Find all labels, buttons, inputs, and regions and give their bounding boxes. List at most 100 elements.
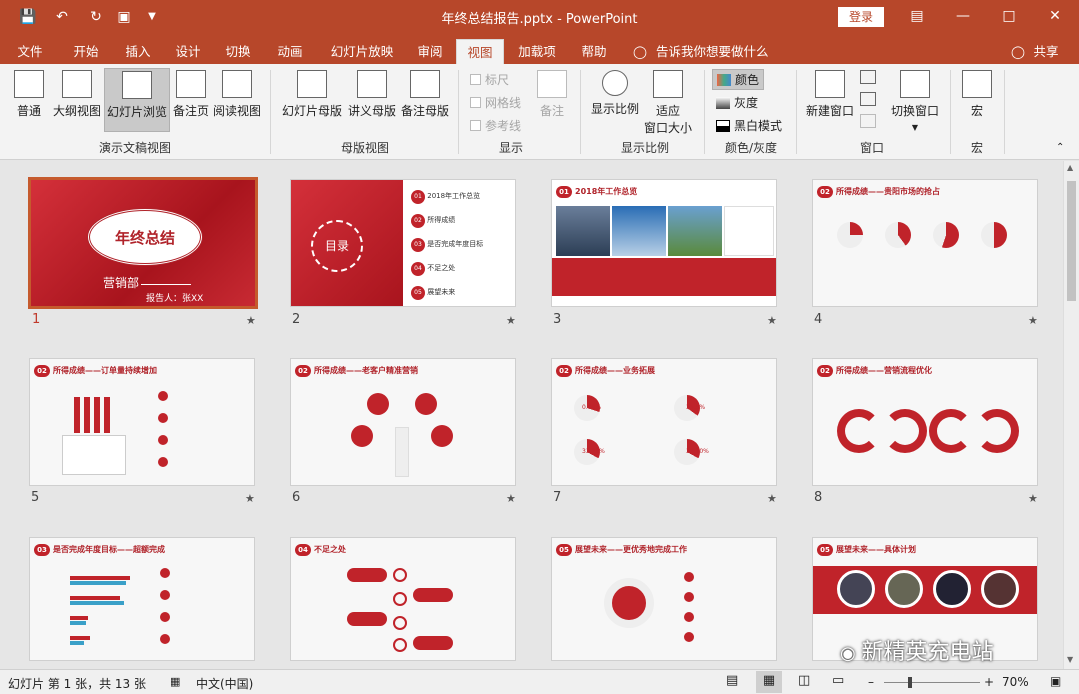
tab-file[interactable]: 文件 bbox=[10, 39, 50, 64]
tab-animations[interactable]: 动画 bbox=[268, 39, 312, 64]
gridlines-checkbox[interactable]: 网格线 bbox=[470, 94, 521, 111]
tab-design[interactable]: 设计 bbox=[166, 39, 210, 64]
fit-window-button[interactable]: 适应 窗口大小 bbox=[642, 70, 694, 138]
tag-shape bbox=[413, 636, 453, 650]
scroll-up-icon[interactable]: ▲ bbox=[1067, 163, 1073, 172]
tab-transitions[interactable]: 切换 bbox=[216, 39, 260, 64]
spellcheck-icon[interactable]: ▦ bbox=[170, 675, 180, 688]
slideshow-status-icon[interactable]: ▭ bbox=[832, 673, 844, 688]
zoom-slider[interactable] bbox=[884, 682, 980, 683]
move-split-icon[interactable] bbox=[860, 114, 876, 128]
new-window-button[interactable]: 新建窗口 bbox=[804, 70, 856, 130]
cascade-icon[interactable] bbox=[860, 92, 876, 106]
language-indicator[interactable]: 中文(中国) bbox=[196, 675, 253, 692]
notes-button[interactable]: 备注 bbox=[534, 70, 570, 130]
minimize-icon[interactable]: — bbox=[940, 0, 986, 34]
transition-star-icon[interactable]: ★ bbox=[246, 314, 256, 327]
customize-icon[interactable]: ▼ bbox=[140, 6, 164, 28]
slide-thumbnail[interactable]: 02 所得成绩——老客户精准营销 bbox=[290, 358, 516, 486]
toc-num: 03 bbox=[411, 238, 425, 252]
slide-sorter-button[interactable]: 幻灯片浏览 bbox=[104, 68, 170, 132]
close-icon[interactable]: ✕ bbox=[1032, 0, 1078, 34]
bw-button[interactable]: 黑白模式 bbox=[716, 117, 782, 134]
slide-thumbnail[interactable]: 02 所得成绩——订单量持续增加 bbox=[29, 358, 255, 486]
grayscale-button[interactable]: 灰度 bbox=[716, 94, 758, 111]
present-icon[interactable]: ▣ bbox=[112, 6, 136, 28]
ruler-label: 标尺 bbox=[485, 73, 510, 87]
reading-view-button[interactable]: 阅读视图 bbox=[212, 70, 262, 130]
notes-master-button[interactable]: 备注母版 bbox=[400, 70, 450, 130]
zoom-in-icon[interactable]: + bbox=[984, 675, 994, 689]
divider bbox=[141, 284, 191, 285]
reading-view-status-icon[interactable]: ◫ bbox=[798, 673, 810, 688]
undo-icon[interactable]: ↶ bbox=[50, 6, 74, 28]
slide-thumbnail[interactable]: 03 是否完成年度目标——超额完成 bbox=[29, 537, 255, 661]
bullet-icon bbox=[160, 612, 170, 622]
header-badge: 02 bbox=[817, 186, 833, 198]
transition-star-icon[interactable]: ★ bbox=[506, 314, 516, 327]
zoom-slider-thumb[interactable] bbox=[908, 677, 912, 688]
slide-title: 年终总结 bbox=[114, 229, 175, 247]
transition-star-icon[interactable]: ★ bbox=[245, 492, 255, 505]
tab-addins[interactable]: 加载项 bbox=[510, 39, 564, 64]
tab-view[interactable]: 视图 bbox=[456, 39, 504, 64]
slide-thumbnail[interactable]: 01 2018年工作总览 bbox=[551, 179, 777, 307]
slide-thumbnail[interactable]: 目录 01 2018年工作总览 02 所得成绩 03 是否完成年度目标 04 不… bbox=[290, 179, 516, 307]
collapse-ribbon-icon[interactable]: ⌃ bbox=[1056, 142, 1064, 153]
arrange-all-icon[interactable] bbox=[860, 70, 876, 84]
tell-me-search[interactable]: 告诉我你想要做什么 bbox=[656, 39, 776, 64]
slide-reporter: 报告人：张XX bbox=[146, 294, 204, 304]
scroll-down-icon[interactable]: ▼ bbox=[1067, 655, 1073, 664]
normal-view-status-icon[interactable]: ▤ bbox=[726, 673, 738, 688]
outline-view-button[interactable]: 大纲视图 bbox=[52, 70, 102, 130]
ruler-checkbox[interactable]: 标尺 bbox=[470, 71, 509, 88]
slide-thumbnail[interactable]: 05 展望未来——更优秀地完成工作 bbox=[551, 537, 777, 661]
tag-shape bbox=[413, 588, 453, 602]
pct-label: 0.08% bbox=[582, 404, 602, 411]
slide-thumbnail[interactable]: 04 不足之处 bbox=[290, 537, 516, 661]
tab-home[interactable]: 开始 bbox=[64, 39, 108, 64]
zoom-level[interactable]: 70% bbox=[1002, 675, 1029, 689]
transition-star-icon[interactable]: ★ bbox=[767, 492, 777, 505]
sorter-view-status-icon[interactable]: ▦ bbox=[756, 671, 782, 693]
slide-thumbnail[interactable]: 02 所得成绩——贵阳市场的抢占 bbox=[812, 179, 1038, 307]
slide-thumbnail[interactable]: 02 所得成绩——营销流程优化 bbox=[812, 358, 1038, 486]
transition-star-icon[interactable]: ★ bbox=[506, 492, 516, 505]
notes-icon bbox=[537, 70, 567, 98]
transition-star-icon[interactable]: ★ bbox=[1028, 492, 1038, 505]
color-button[interactable]: 颜色 bbox=[712, 69, 765, 90]
toc-item: 是否完成年度目标 bbox=[427, 240, 484, 248]
fit-slide-icon[interactable]: ▣ bbox=[1050, 674, 1061, 688]
tab-insert[interactable]: 插入 bbox=[116, 39, 160, 64]
ribbon: 普通 大纲视图 幻灯片浏览 备注页 阅读视图 演示文稿视图 幻灯片母版 讲义母版… bbox=[0, 64, 1079, 160]
transition-star-icon[interactable]: ★ bbox=[767, 314, 777, 327]
handout-master-button[interactable]: 讲义母版 bbox=[346, 70, 398, 130]
macros-button[interactable]: 宏 bbox=[958, 70, 996, 130]
ribbon-display-icon[interactable]: ▤ bbox=[894, 0, 940, 34]
zoom-out-icon[interactable]: – bbox=[868, 675, 874, 689]
slide-thumbnail[interactable]: 年终总结 营销部 报告人：张XX bbox=[28, 177, 258, 309]
share-button[interactable]: 共享 bbox=[1028, 39, 1064, 64]
slide-master-button[interactable]: 幻灯片母版 bbox=[280, 70, 344, 130]
tab-help[interactable]: 帮助 bbox=[572, 39, 616, 64]
save-icon[interactable]: 💾 bbox=[16, 6, 40, 28]
switch-window-button[interactable]: 切换窗口 ▼ bbox=[886, 70, 944, 138]
header-text: 是否完成年度目标——超额完成 bbox=[53, 545, 165, 554]
bullet-icon bbox=[158, 413, 168, 423]
zoom-button[interactable]: 显示比例 bbox=[588, 70, 642, 130]
redo-icon[interactable]: ↻ bbox=[84, 6, 108, 28]
vertical-scrollbar[interactable]: ▲ ▼ bbox=[1063, 161, 1079, 669]
maximize-icon[interactable]: □ bbox=[986, 0, 1032, 34]
login-button[interactable]: 登录 bbox=[838, 7, 884, 27]
tab-review[interactable]: 审阅 bbox=[408, 39, 452, 64]
bullet-icon bbox=[160, 634, 170, 644]
toc-item: 所得成绩 bbox=[427, 216, 456, 224]
normal-view-button[interactable]: 普通 bbox=[8, 70, 50, 130]
scroll-thumb[interactable] bbox=[1067, 181, 1076, 301]
notes-page-button[interactable]: 备注页 bbox=[172, 70, 210, 130]
tab-slideshow[interactable]: 幻灯片放映 bbox=[322, 39, 402, 64]
user-icon: ◯ bbox=[1011, 44, 1025, 59]
transition-star-icon[interactable]: ★ bbox=[1028, 314, 1038, 327]
guides-checkbox[interactable]: 参考线 bbox=[470, 117, 521, 134]
slide-thumbnail[interactable]: 02 所得成绩——业务拓展 0.08% 35.5% 33.28% 33.10% bbox=[551, 358, 777, 486]
